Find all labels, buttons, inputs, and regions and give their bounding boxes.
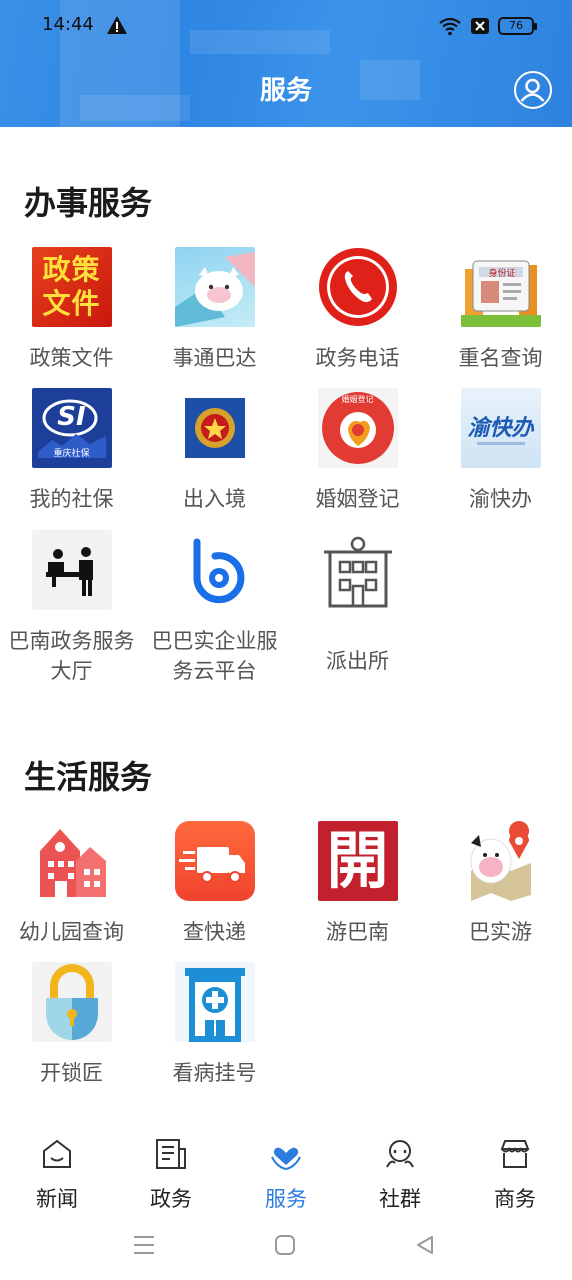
tile-bashi-tour[interactable]: 巴实游 — [429, 821, 572, 947]
home-icon[interactable] — [274, 1234, 296, 1256]
tab-label: 新闻 — [36, 1187, 78, 1211]
tile-service-hall[interactable]: 巴南政务服务大厅 — [0, 530, 143, 686]
tab-service[interactable]: 服务 — [229, 1128, 343, 1213]
battery-indicator: 76 — [498, 17, 537, 35]
tile-policy-docs[interactable]: 政策文件 政策文件 — [0, 247, 143, 373]
tile-name-query[interactable]: 身份证 重名查询 — [429, 247, 572, 373]
hospital-icon — [174, 962, 255, 1042]
page-title: 服务 — [259, 76, 312, 106]
tile-express[interactable]: 查快递 — [143, 821, 286, 947]
tile-label: 派出所 — [326, 649, 389, 673]
tour-map-icon — [461, 821, 541, 901]
user-icon — [520, 78, 545, 102]
user-profile-button[interactable] — [514, 71, 552, 109]
tab-label: 服务 — [265, 1187, 307, 1211]
tile-label: 政策文件 — [29, 346, 114, 370]
tile-label: 出入境 — [183, 487, 246, 511]
menu-icon[interactable] — [132, 1234, 156, 1256]
tile-gov-phone[interactable]: 政务电话 — [286, 247, 429, 373]
service-heart-icon — [271, 1147, 301, 1171]
store-icon — [500, 1140, 530, 1168]
tile-label: 政务电话 — [315, 346, 400, 370]
police-station-icon — [318, 530, 398, 610]
tile-label: 婚姻登记 — [315, 487, 400, 511]
tile-social-security[interactable]: SI 重庆社保 我的社保 — [0, 388, 143, 514]
status-time: 14:44 — [42, 14, 94, 35]
tile-label: 巴南政务服务大厅 — [8, 629, 135, 683]
tile-hospital[interactable]: 看病挂号 — [143, 962, 286, 1088]
marriage-registration-icon: 婚姻登记 — [317, 388, 398, 468]
section-title-work: 办事服务 — [24, 184, 153, 222]
tab-gov[interactable]: 政务 — [114, 1128, 228, 1213]
tour-banan-icon: 開 — [317, 821, 398, 901]
tab-business[interactable]: 商务 — [458, 1128, 572, 1213]
tile-label: 幼儿园查询 — [19, 920, 124, 944]
status-bar: 14:44 76 — [0, 0, 572, 52]
tile-yukuaiban[interactable]: 渝快办 渝快办 — [429, 388, 572, 514]
tile-locksmith[interactable]: 开锁匠 — [0, 962, 143, 1088]
tile-marriage[interactable]: 婚姻登记 婚姻登记 — [286, 388, 429, 514]
news-icon — [43, 1139, 71, 1168]
system-nav-bar — [0, 1218, 572, 1280]
warning-icon — [107, 16, 127, 34]
tile-kindergarten[interactable]: 幼儿园查询 — [0, 821, 143, 947]
delivery-truck-icon — [174, 821, 255, 901]
gov-doc-icon — [156, 1139, 186, 1169]
shitong-bada-icon — [174, 247, 255, 327]
tile-cloud-platform[interactable]: 巴巴实企业服务云平台 — [143, 530, 286, 686]
padlock-icon — [31, 962, 112, 1042]
kindergarten-icon — [32, 821, 112, 901]
tile-label: 重名查询 — [458, 346, 543, 370]
policy-docs-icon: 政策文件 — [31, 247, 112, 327]
tile-shitong-bada[interactable]: 事通巴达 — [143, 247, 286, 373]
tab-label: 社群 — [379, 1187, 421, 1211]
tile-entry-exit[interactable]: 出入境 — [143, 388, 286, 514]
tab-label: 商务 — [494, 1187, 536, 1211]
tile-label: 看病挂号 — [172, 1061, 257, 1085]
tile-label: 巴实游 — [469, 920, 532, 944]
tab-news[interactable]: 新闻 — [0, 1128, 114, 1213]
phone-icon — [318, 247, 398, 327]
community-icon — [386, 1140, 414, 1168]
tile-label: 游巴南 — [326, 920, 389, 944]
sim-off-icon — [471, 18, 489, 34]
id-card-icon: 身份证 — [460, 247, 541, 327]
tile-label: 我的社保 — [29, 487, 114, 511]
police-emblem-icon — [175, 388, 255, 468]
tile-label: 渝快办 — [469, 487, 532, 511]
tile-label: 查快递 — [183, 920, 246, 944]
tile-label: 开锁匠 — [40, 1061, 103, 1085]
yukuaiban-icon: 渝快办 — [460, 388, 541, 468]
social-security-icon: SI 重庆社保 — [31, 388, 112, 468]
tile-tour-banan[interactable]: 開 游巴南 — [286, 821, 429, 947]
tile-label: 巴巴实企业服务云平台 — [151, 629, 278, 683]
app-header: 14:44 76 服务 — [0, 0, 572, 127]
back-icon[interactable] — [414, 1234, 436, 1256]
tile-label: 事通巴达 — [172, 346, 257, 370]
tab-label: 政务 — [150, 1187, 192, 1211]
service-hall-icon — [31, 530, 112, 610]
wifi-icon — [439, 17, 461, 36]
cloud-platform-icon — [175, 530, 255, 610]
bottom-tab-bar: 新闻 政务 服务 社群 商务 — [0, 1128, 572, 1218]
section-title-life: 生活服务 — [24, 758, 153, 796]
tile-police-station[interactable]: 派出所 — [286, 530, 429, 676]
tab-community[interactable]: 社群 — [343, 1128, 457, 1213]
